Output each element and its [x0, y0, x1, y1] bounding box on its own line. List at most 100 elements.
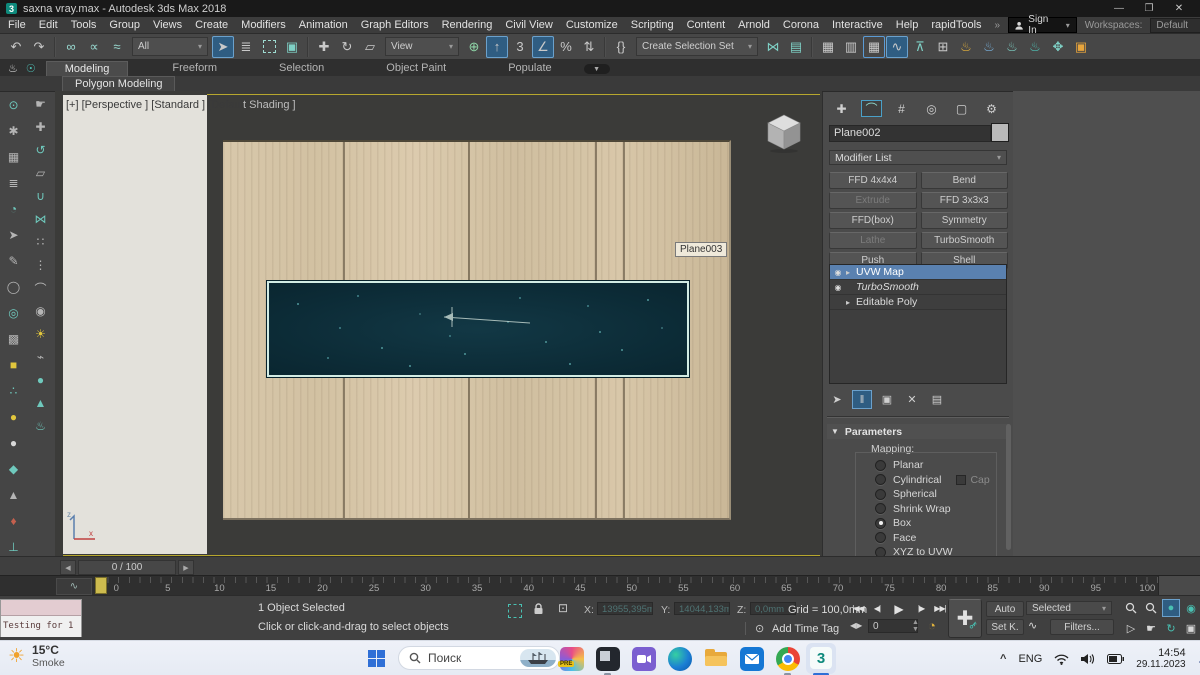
- parameters-rollout-header[interactable]: ▼ Parameters: [827, 424, 1009, 439]
- list-tool-icon[interactable]: ≣: [4, 173, 24, 193]
- perspective-viewport[interactable]: [+] [Perspective ] [Standard ] [Default …: [55, 91, 822, 556]
- rotate-tool-icon[interactable]: ↺: [31, 141, 51, 158]
- array-tool-icon[interactable]: ∷: [31, 233, 51, 250]
- search-highlight-image[interactable]: [520, 649, 556, 667]
- lightbulb-icon[interactable]: ☉: [26, 62, 36, 75]
- magnet-tool-icon[interactable]: ∪: [31, 187, 51, 204]
- render-teapot-icon[interactable]: ♨: [8, 62, 18, 75]
- plug-tool-icon[interactable]: ⊥: [4, 537, 24, 557]
- pan-hand-icon[interactable]: ☛: [1142, 619, 1160, 637]
- select-and-scale-icon[interactable]: ▱: [359, 36, 381, 58]
- pencil-tool-icon[interactable]: ✎: [4, 251, 24, 271]
- select-by-name-icon[interactable]: ≣: [235, 36, 257, 58]
- display-tab-icon[interactable]: ▢: [951, 100, 972, 117]
- wifi-icon[interactable]: [1054, 653, 1069, 665]
- box-tool-icon[interactable]: ▩: [4, 329, 24, 349]
- sign-in-button[interactable]: Sign In ▾: [1008, 17, 1077, 33]
- time-slider[interactable]: [95, 577, 107, 594]
- ribbon-tab-populate[interactable]: Populate: [490, 61, 569, 76]
- paint-tool-icon[interactable]: ◔: [4, 199, 24, 219]
- measure-tool-icon[interactable]: ⌒: [31, 280, 51, 297]
- selected-plane-object[interactable]: [267, 281, 689, 377]
- mirror-tool-icon[interactable]: ⋈: [31, 210, 51, 227]
- stack-item-uvw-map[interactable]: ◉▸UVW Map: [830, 265, 1006, 280]
- go-to-end-icon[interactable]: ▶▶|: [932, 601, 948, 616]
- render-production-icon[interactable]: ♨: [1024, 36, 1046, 58]
- spacing-tool-icon[interactable]: ⋮: [31, 256, 51, 273]
- object-name-field[interactable]: Plane002: [829, 125, 991, 142]
- set-keys-button[interactable]: ✚⚷: [948, 599, 982, 638]
- create-selection-set-dropdown[interactable]: Create Selection Set▾: [636, 37, 758, 56]
- maximize-viewport-toggle-icon[interactable]: ▣: [1182, 619, 1200, 637]
- ribbon-tab-selection[interactable]: Selection: [261, 61, 342, 76]
- move-tool-icon[interactable]: ✚: [31, 118, 51, 135]
- curve-editor-icon[interactable]: ∿: [886, 36, 908, 58]
- menu-arnold[interactable]: Arnold: [738, 19, 770, 31]
- expand-arrow-icon[interactable]: ▸: [846, 298, 856, 307]
- modifier-button-ffd-box[interactable]: FFD(box): [829, 212, 917, 229]
- sphere-wire-icon[interactable]: ⊙: [4, 95, 24, 115]
- menu-views[interactable]: Views: [153, 19, 182, 31]
- expand-arrow-icon[interactable]: ▸: [846, 268, 856, 277]
- key-step-toggle-icon[interactable]: ◀▶: [850, 621, 862, 630]
- zoom-all-icon[interactable]: [1142, 599, 1160, 617]
- chat-app-icon[interactable]: [632, 647, 656, 671]
- window-crossing-icon[interactable]: ▣: [281, 36, 303, 58]
- polygon-modeling-panel[interactable]: Polygon Modeling: [62, 76, 175, 91]
- menu-file[interactable]: File: [8, 19, 26, 31]
- menu-edit[interactable]: Edit: [39, 19, 58, 31]
- layer-manager-icon[interactable]: ▥: [840, 36, 862, 58]
- next-frame-button[interactable]: ▶: [178, 560, 194, 575]
- start-button[interactable]: [368, 650, 385, 667]
- timeline-ruler[interactable]: ∿ 05101520253035404550556065707580859095…: [0, 575, 1200, 595]
- unlink-selection-icon[interactable]: ∝: [83, 36, 105, 58]
- grid-tool-icon[interactable]: ▦: [4, 147, 24, 167]
- previous-frame-icon[interactable]: ◀|: [869, 601, 885, 616]
- workspaces-dropdown[interactable]: Default ▾: [1150, 18, 1200, 33]
- select-and-link-icon[interactable]: ∞: [60, 36, 82, 58]
- minimize-button[interactable]: —: [1104, 1, 1134, 16]
- y-coord-field[interactable]: 14044,133m: [674, 602, 730, 615]
- modifier-button-symmetry[interactable]: Symmetry: [921, 212, 1009, 229]
- hand-tool-icon[interactable]: ☛: [31, 95, 51, 112]
- spinner-snap-toggle-icon[interactable]: ⇅: [578, 36, 600, 58]
- a360-gallery-icon[interactable]: ✥: [1047, 36, 1069, 58]
- object-color-swatch[interactable]: [991, 123, 1009, 142]
- dots-tool-icon[interactable]: ∴: [4, 381, 24, 401]
- scale-tool-icon[interactable]: ▱: [31, 164, 51, 181]
- menu-animation[interactable]: Animation: [299, 19, 348, 31]
- wood-plank-object[interactable]: [223, 140, 731, 520]
- maximize-button[interactable]: ❐: [1134, 1, 1164, 16]
- sphere-b-tool-icon[interactable]: ●: [31, 372, 51, 389]
- absolute-mode-toggle-icon[interactable]: ⊡: [558, 601, 568, 615]
- dark-app-icon[interactable]: [596, 647, 620, 671]
- timeline-mode-toggle[interactable]: ∿: [56, 578, 92, 595]
- play-icon[interactable]: ▶: [888, 601, 910, 616]
- mapping-option-spherical[interactable]: Spherical: [875, 489, 990, 499]
- menu-tools[interactable]: Tools: [71, 19, 97, 31]
- yellow-sphere-tool-icon[interactable]: ●: [4, 407, 24, 427]
- teapot-tool-icon[interactable]: ♨: [31, 418, 51, 435]
- ribbon-tab-freeform[interactable]: Freeform: [154, 61, 235, 76]
- select-object-icon[interactable]: ➤: [212, 36, 234, 58]
- undo-icon[interactable]: ↶: [5, 36, 27, 58]
- remove-modifier-icon[interactable]: ✕: [902, 390, 922, 409]
- triangle-tool-icon[interactable]: ▲: [4, 485, 24, 505]
- selection-lock-toggle-icon[interactable]: [533, 603, 544, 615]
- modifier-button-lathe[interactable]: Lathe: [829, 232, 917, 249]
- radio-planar[interactable]: [875, 460, 886, 471]
- macro-recorder-pane[interactable]: [1, 600, 81, 616]
- create-tab-icon[interactable]: ✚: [831, 100, 852, 117]
- 3ds-max-app-icon[interactable]: 3: [810, 647, 832, 669]
- asset-library-icon[interactable]: ▣: [1070, 36, 1092, 58]
- ribbon-minimize-toggle[interactable]: ▼: [584, 64, 610, 74]
- modifier-button-extrude[interactable]: Extrude: [829, 192, 917, 209]
- spinner-up-icon[interactable]: ▲: [912, 619, 919, 626]
- close-button[interactable]: ✕: [1164, 1, 1194, 16]
- menu-scripting[interactable]: Scripting: [631, 19, 674, 31]
- orbit-icon[interactable]: ↻: [1162, 619, 1180, 637]
- donut-tool-icon[interactable]: ◎: [4, 303, 24, 323]
- material-editor-icon[interactable]: ⊞: [932, 36, 954, 58]
- render-in-cloud-icon[interactable]: ♨: [1001, 36, 1023, 58]
- menu-group[interactable]: Group: [109, 19, 140, 31]
